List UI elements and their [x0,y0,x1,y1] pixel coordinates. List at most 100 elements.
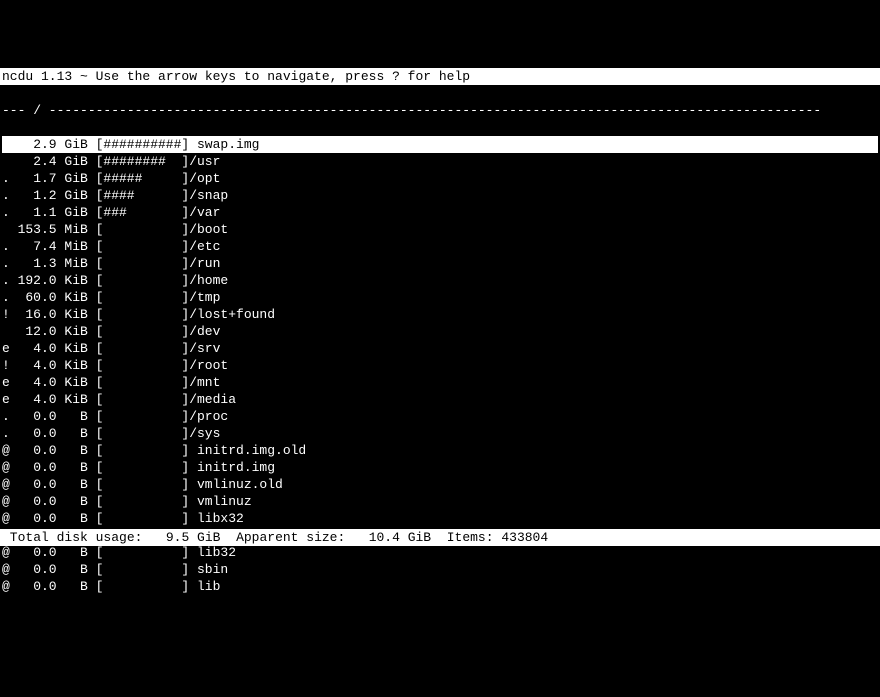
size-bar: [ ] [88,493,182,510]
row-name: /snap [181,188,228,203]
list-item[interactable]: .0.0 B [ ] /proc [2,408,878,425]
row-name: vmlinuz [181,494,251,509]
row-unit: B [57,561,88,578]
row-size: 0.0 [10,442,57,459]
list-item[interactable]: 12.0 KiB [ ] /dev [2,323,878,340]
list-item[interactable]: @0.0 B [ ] lib [2,578,878,595]
row-flag: . [2,187,10,204]
size-bar: [ ] [88,561,182,578]
row-flag: @ [2,476,10,493]
size-bar: [ ] [88,578,182,595]
row-size: 4.0 [10,391,57,408]
row-unit: KiB [57,289,88,306]
list-item[interactable]: @0.0 B [ ] sbin [2,561,878,578]
list-item[interactable]: e4.0 KiB [ ] /mnt [2,374,878,391]
size-bar: [ ] [88,391,182,408]
size-bar: [ ] [88,289,182,306]
row-size: 0.0 [10,544,57,561]
list-item[interactable]: @0.0 B [ ] vmlinuz.old [2,476,878,493]
size-bar: [### ] [88,204,182,221]
row-unit: B [57,442,88,459]
list-item[interactable]: .0.0 B [ ] /sys [2,425,878,442]
footer-total-label: Total disk usage: [2,530,142,545]
row-name: /run [181,256,220,271]
row-unit: MiB [57,255,88,272]
list-item[interactable]: .1.1 GiB [### ] /var [2,204,878,221]
row-flag: . [2,238,10,255]
row-size: 1.7 [10,170,57,187]
list-item[interactable]: .1.7 GiB [##### ] /opt [2,170,878,187]
list-item[interactable]: 2.9 GiB [##########] swap.img [2,136,878,153]
list-item[interactable]: @0.0 B [ ] lib32 [2,544,878,561]
row-size: 0.0 [10,408,57,425]
row-unit: MiB [57,221,88,238]
list-item[interactable]: 153.5 MiB [ ] /boot [2,221,878,238]
list-item[interactable]: @0.0 B [ ] vmlinuz [2,493,878,510]
list-item[interactable]: e4.0 KiB [ ] /srv [2,340,878,357]
list-item[interactable]: !16.0 KiB [ ] /lost+found [2,306,878,323]
row-name: /dev [181,324,220,339]
size-bar: [ ] [88,510,182,527]
row-unit: GiB [57,136,88,153]
row-name: /mnt [181,375,220,390]
row-flag: e [2,391,10,408]
row-size: 192.0 [10,272,57,289]
list-item[interactable]: 2.4 GiB [######## ] /usr [2,153,878,170]
list-item[interactable]: .7.4 MiB [ ] /etc [2,238,878,255]
row-unit: KiB [57,306,88,323]
size-bar: [ ] [88,272,182,289]
row-name: lib [181,579,220,594]
row-size: 0.0 [10,459,57,476]
row-unit: B [57,459,88,476]
row-flag: . [2,170,10,187]
row-flag: @ [2,544,10,561]
row-name: sbin [181,562,228,577]
row-name: /srv [181,341,220,356]
file-list[interactable]: 2.9 GiB [##########] swap.img 2.4 GiB [#… [0,136,880,595]
size-bar: [##### ] [88,170,182,187]
row-name: lib32 [181,545,236,560]
size-bar: [ ] [88,238,182,255]
row-size: 2.9 [10,136,57,153]
list-item[interactable]: .1.2 GiB [#### ] /snap [2,187,878,204]
size-bar: [ ] [88,357,182,374]
list-item[interactable]: @0.0 B [ ] initrd.img.old [2,442,878,459]
size-bar: [##########] [88,136,182,153]
row-name: swap.img [181,137,259,152]
size-bar: [ ] [88,221,182,238]
row-size: 0.0 [10,476,57,493]
list-item[interactable]: @0.0 B [ ] libx32 [2,510,878,527]
list-item[interactable]: !4.0 KiB [ ] /root [2,357,878,374]
row-name: /etc [181,239,220,254]
list-item[interactable]: @0.0 B [ ] initrd.img [2,459,878,476]
row-flag: @ [2,510,10,527]
row-unit: B [57,493,88,510]
row-unit: GiB [57,187,88,204]
row-flag [2,153,10,170]
size-bar: [ ] [88,544,182,561]
row-flag: . [2,425,10,442]
row-unit: GiB [57,153,88,170]
size-bar: [ ] [88,306,182,323]
list-item[interactable]: e4.0 KiB [ ] /media [2,391,878,408]
list-item[interactable]: .1.3 MiB [ ] /run [2,255,878,272]
row-size: 0.0 [10,493,57,510]
row-name: /home [181,273,228,288]
row-name: /boot [181,222,228,237]
row-flag: . [2,255,10,272]
row-unit: B [57,408,88,425]
row-name: vmlinuz.old [181,477,282,492]
size-bar: [#### ] [88,187,182,204]
size-bar: [ ] [88,340,182,357]
footer-apparent-value: 10.4 GiB [369,530,431,545]
row-flag: . [2,272,10,289]
list-item[interactable]: .192.0 KiB [ ] /home [2,272,878,289]
list-item[interactable]: .60.0 KiB [ ] /tmp [2,289,878,306]
row-name: initrd.img.old [181,443,306,458]
row-name: libx32 [181,511,243,526]
row-flag: @ [2,578,10,595]
row-flag: . [2,289,10,306]
row-name: /sys [181,426,220,441]
row-name: /usr [181,154,220,169]
row-flag [2,136,10,153]
